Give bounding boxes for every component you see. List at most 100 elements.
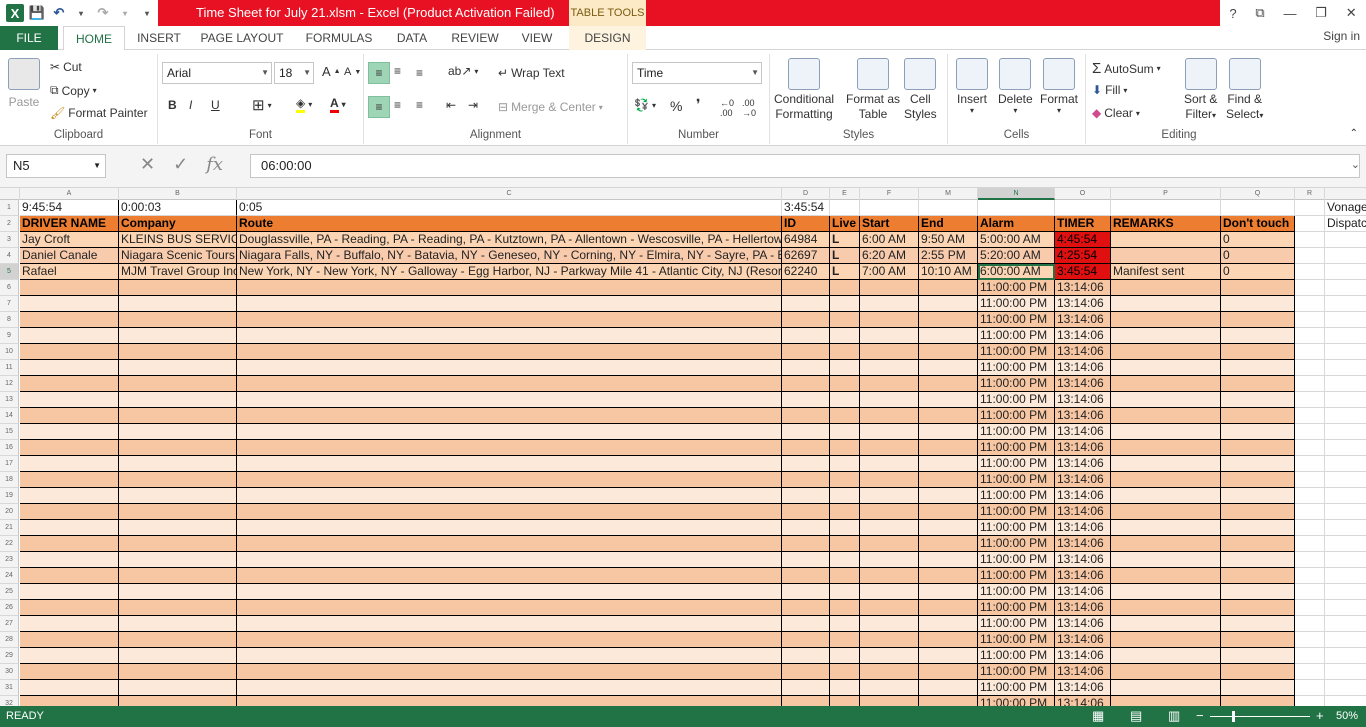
alarm-cell[interactable]: 11:00:00 PM (978, 536, 1055, 552)
alarm-cell[interactable]: 11:00:00 PM (978, 296, 1055, 312)
table-cell[interactable] (1221, 296, 1295, 312)
table-cell[interactable]: Daniel Canale (20, 248, 119, 264)
tab-review[interactable]: REVIEW (446, 26, 504, 50)
table-cell[interactable] (1295, 408, 1325, 424)
page-layout-view-icon[interactable]: ▤ (1130, 708, 1142, 724)
table-cell[interactable]: 64984 (782, 232, 830, 248)
table-cell[interactable] (1221, 360, 1295, 376)
row-header[interactable]: 28 (0, 632, 19, 648)
row-header[interactable]: 15 (0, 424, 19, 440)
column-header[interactable]: N (978, 188, 1055, 200)
table-cell[interactable] (860, 568, 919, 584)
table-cell[interactable] (1325, 440, 1366, 456)
table-cell[interactable] (20, 552, 119, 568)
table-cell[interactable] (20, 328, 119, 344)
table-cell[interactable] (919, 424, 978, 440)
table-cell[interactable] (830, 552, 860, 568)
row-header[interactable]: 19 (0, 488, 19, 504)
table-cell[interactable] (782, 664, 830, 680)
table-cell[interactable] (1111, 568, 1221, 584)
timer-cell[interactable]: 13:14:06 (1055, 696, 1111, 706)
table-cell[interactable] (20, 424, 119, 440)
table-cell[interactable] (1325, 488, 1366, 504)
sign-in-link[interactable]: Sign in (1323, 26, 1360, 46)
table-cell[interactable] (860, 504, 919, 520)
cell-d1[interactable]: 3:45:54 (782, 200, 830, 216)
table-cell[interactable] (1111, 520, 1221, 536)
table-cell[interactable]: 7:00 AM (860, 264, 919, 280)
timer-cell[interactable]: 13:14:06 (1055, 440, 1111, 456)
table-cell[interactable] (860, 680, 919, 696)
table-cell[interactable] (919, 408, 978, 424)
table-cell[interactable] (860, 616, 919, 632)
active-cell[interactable]: 6:00:00 AM (978, 264, 1055, 280)
table-cell[interactable]: 62240 (782, 264, 830, 280)
table-cell[interactable] (119, 696, 237, 706)
alarm-cell[interactable]: 11:00:00 PM (978, 312, 1055, 328)
table-cell[interactable]: Niagara Scenic Tours (119, 248, 237, 264)
table-cell[interactable] (1295, 456, 1325, 472)
table-cell[interactable] (1221, 456, 1295, 472)
table-cell[interactable] (237, 664, 782, 680)
table-cell[interactable] (1111, 456, 1221, 472)
table-cell[interactable] (830, 392, 860, 408)
table-cell[interactable] (1295, 648, 1325, 664)
table-cell[interactable] (1221, 328, 1295, 344)
table-cell[interactable] (830, 648, 860, 664)
table-cell[interactable] (1325, 696, 1366, 706)
header-driver-name[interactable]: DRIVER NAME (20, 216, 119, 232)
copy-button[interactable]: ⧉ Copy ▾ (50, 83, 97, 98)
table-cell[interactable] (1325, 568, 1366, 584)
table-cell[interactable] (1325, 392, 1366, 408)
tab-design[interactable]: DESIGN (569, 26, 646, 50)
row-header[interactable]: 9 (0, 328, 19, 344)
header-alarm[interactable]: Alarm (978, 216, 1055, 232)
redo-dropdown-icon[interactable]: ▾ (116, 4, 134, 22)
table-cell[interactable] (1221, 520, 1295, 536)
alarm-cell[interactable]: 11:00:00 PM (978, 568, 1055, 584)
increase-indent-button[interactable]: ⇥ (468, 98, 478, 112)
timer-cell[interactable]: 13:14:06 (1055, 632, 1111, 648)
table-cell[interactable]: 0 (1221, 248, 1295, 264)
comma-button[interactable]: ❜ (696, 96, 701, 113)
table-cell[interactable] (830, 680, 860, 696)
table-cell[interactable] (1221, 568, 1295, 584)
table-cell[interactable] (919, 312, 978, 328)
timer-cell[interactable]: 13:14:06 (1055, 680, 1111, 696)
table-cell[interactable] (919, 536, 978, 552)
table-cell[interactable] (1221, 440, 1295, 456)
table-cell[interactable] (1111, 600, 1221, 616)
table-cell[interactable] (1295, 280, 1325, 296)
table-cell[interactable] (237, 616, 782, 632)
table-cell[interactable] (860, 424, 919, 440)
table-cell[interactable] (919, 360, 978, 376)
table-cell[interactable] (1295, 440, 1325, 456)
timer-cell[interactable]: 3:45:54 (1055, 264, 1111, 280)
align-middle-button[interactable]: ≡ (394, 64, 401, 78)
row-header[interactable]: 12 (0, 376, 19, 392)
row-header[interactable]: 30 (0, 664, 19, 680)
timer-cell[interactable]: 13:14:06 (1055, 408, 1111, 424)
timer-cell[interactable]: 13:14:06 (1055, 344, 1111, 360)
cell-o1[interactable] (1055, 200, 1111, 216)
header-dont-touch[interactable]: Don't touch (1221, 216, 1295, 232)
table-cell[interactable] (1325, 456, 1366, 472)
table-cell[interactable] (1111, 472, 1221, 488)
row-header[interactable]: 2 (0, 216, 19, 232)
row-header[interactable]: 20 (0, 504, 19, 520)
table-cell[interactable] (1221, 584, 1295, 600)
table-cell[interactable] (1221, 680, 1295, 696)
table-cell[interactable] (119, 360, 237, 376)
table-cell[interactable] (1221, 632, 1295, 648)
table-cell[interactable] (20, 376, 119, 392)
row-header[interactable]: 32 (0, 696, 19, 706)
alarm-cell[interactable]: 11:00:00 PM (978, 472, 1055, 488)
table-cell[interactable] (782, 424, 830, 440)
alarm-cell[interactable]: 11:00:00 PM (978, 664, 1055, 680)
table-cell[interactable] (237, 280, 782, 296)
table-cell[interactable] (782, 696, 830, 706)
table-cell[interactable] (237, 456, 782, 472)
table-cell[interactable] (919, 440, 978, 456)
table-cell[interactable] (919, 344, 978, 360)
table-cell[interactable] (119, 648, 237, 664)
